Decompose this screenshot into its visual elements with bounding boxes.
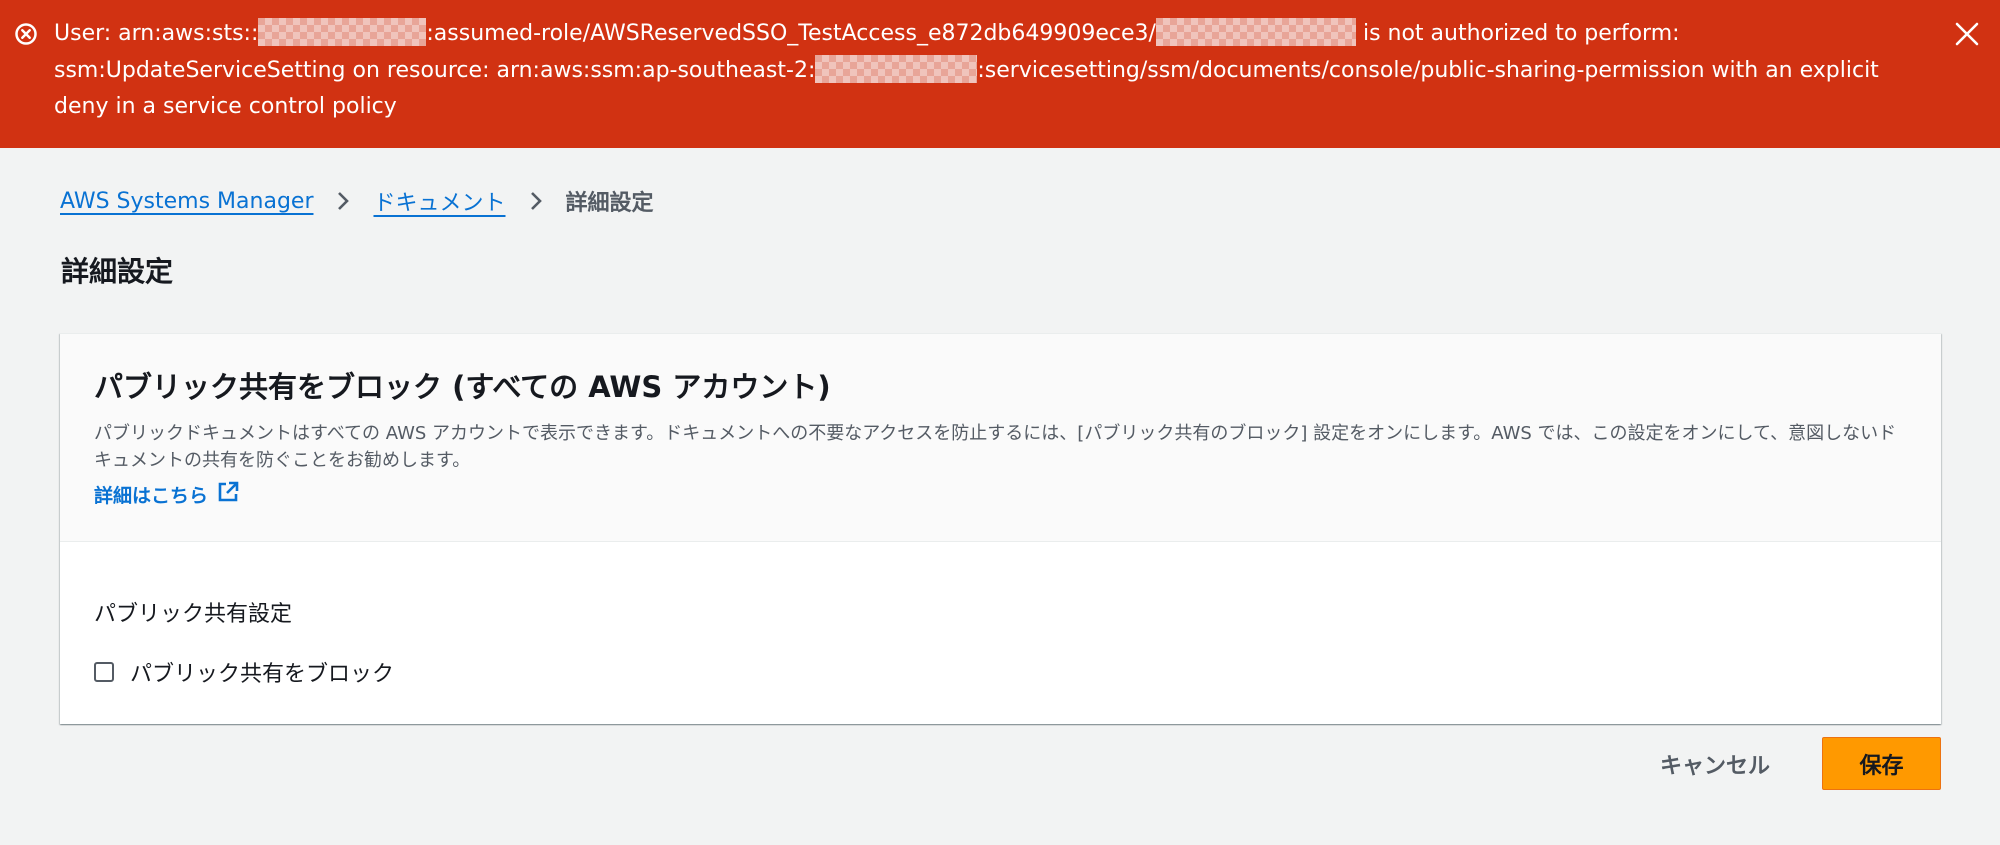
breadcrumb-item-systems-manager[interactable]: AWS Systems Manager bbox=[60, 189, 313, 214]
panel-header: パブリック共有をブロック (すべての AWS アカウント) パブリックドキュメン… bbox=[60, 334, 1941, 542]
block-public-sharing-panel: パブリック共有をブロック (すべての AWS アカウント) パブリックドキュメン… bbox=[60, 333, 1941, 724]
redacted-user-name bbox=[1155, 18, 1356, 46]
chevron-right-icon bbox=[528, 190, 544, 212]
breadcrumb-item-current: 詳細設定 bbox=[565, 191, 654, 216]
panel-title: パブリック共有をブロック (すべての AWS アカウント) bbox=[94, 370, 831, 404]
external-link-icon bbox=[208, 480, 240, 509]
redacted-account-id bbox=[815, 54, 978, 83]
page: User: arn:aws:sts:::assumed-role/AWSRese… bbox=[0, 0, 2000, 845]
error-message: User: arn:aws:sts:::assumed-role/AWSRese… bbox=[54, 16, 1894, 126]
error-message-part: User: arn:aws:sts:: bbox=[54, 21, 259, 46]
error-banner: User: arn:aws:sts:::assumed-role/AWSRese… bbox=[0, 0, 2000, 148]
close-icon[interactable] bbox=[1952, 19, 1982, 49]
chevron-right-icon bbox=[335, 190, 351, 212]
learn-more-link[interactable]: 詳細はこちら bbox=[94, 480, 240, 509]
public-sharing-setting-label: パブリック共有設定 bbox=[94, 602, 293, 627]
block-public-sharing-checkbox[interactable]: パブリック共有をブロック bbox=[94, 656, 394, 688]
breadcrumb: AWS Systems Manager ドキュメント 詳細設定 bbox=[60, 184, 654, 218]
save-button[interactable]: 保存 bbox=[1822, 737, 1941, 790]
breadcrumb-item-documents[interactable]: ドキュメント bbox=[373, 185, 505, 217]
learn-more-label: 詳細はこちら bbox=[94, 485, 209, 507]
cancel-button[interactable]: キャンセル bbox=[1640, 739, 1790, 789]
page-title: 詳細設定 bbox=[61, 255, 174, 288]
panel-description: パブリックドキュメントはすべての AWS アカウントで表示できます。ドキュメント… bbox=[94, 423, 1897, 471]
redacted-account-id bbox=[258, 18, 427, 46]
checkbox-label[interactable]: パブリック共有をブロック bbox=[130, 656, 394, 688]
checkbox-box[interactable] bbox=[94, 662, 114, 682]
error-circle-icon bbox=[14, 22, 38, 46]
error-message-part: :assumed-role/AWSReservedSSO_TestAccess_… bbox=[426, 21, 1156, 46]
